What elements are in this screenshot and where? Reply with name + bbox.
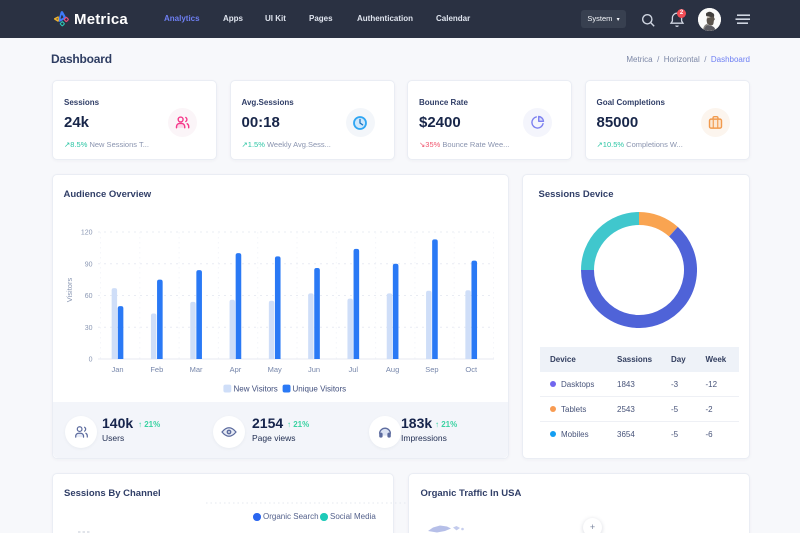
svg-text:May: May <box>268 365 282 374</box>
svg-text:60: 60 <box>85 293 93 300</box>
svg-text:120: 120 <box>81 230 93 237</box>
svg-text:90: 90 <box>85 261 93 268</box>
svg-text:Feb: Feb <box>150 365 163 374</box>
svg-text:0: 0 <box>89 357 93 364</box>
svg-text:Jul: Jul <box>349 365 359 374</box>
svg-text:Apr: Apr <box>230 365 242 374</box>
svg-text:Aug: Aug <box>386 365 399 374</box>
svg-text:Oct: Oct <box>465 365 478 374</box>
svg-text:New Visitors: New Visitors <box>234 385 278 394</box>
svg-text:Visitors: Visitors <box>65 278 74 303</box>
svg-text:Jun: Jun <box>308 365 320 374</box>
svg-text:Sep: Sep <box>425 365 438 374</box>
svg-text:Mar: Mar <box>190 365 203 374</box>
svg-text:30: 30 <box>85 325 93 332</box>
svg-text:Jan: Jan <box>111 365 123 374</box>
svg-text:Unique Visitors: Unique Visitors <box>293 385 347 394</box>
